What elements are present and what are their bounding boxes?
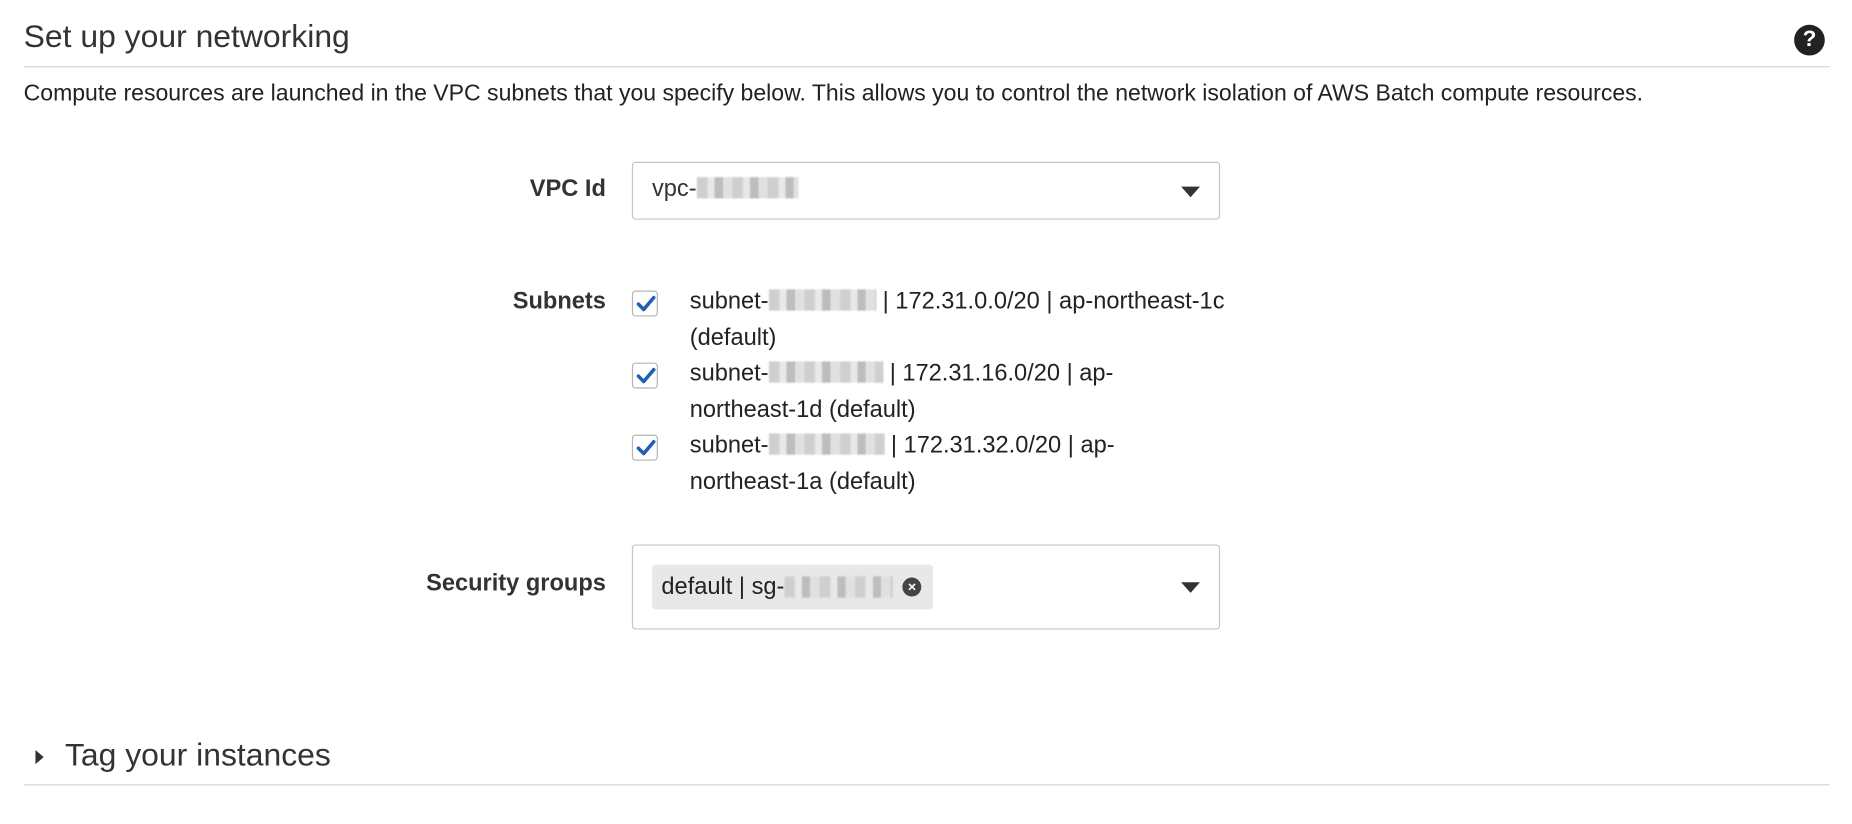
subnet-checkbox[interactable] [631,434,658,461]
security-group-token: default | sg- × [651,564,934,610]
redacted-security-group-id [784,576,894,598]
redacted-subnet-id [768,289,877,311]
chevron-down-icon [1181,582,1200,593]
caret-right-icon[interactable] [35,749,44,765]
subnet-label: subnet- | 172.31.16.0/20 | ap-northeast-… [690,356,1151,428]
subnet-prefix: subnet- [689,288,769,315]
security-groups-label: Security groups [426,570,606,597]
vpc-id-value: vpc- [651,175,799,203]
redacted-subnet-id [768,361,884,383]
subnet-prefix: subnet- [689,432,769,459]
subnet-option[interactable]: subnet- | 172.31.16.0/20 | ap-northeast-… [631,356,1246,428]
checkmark-icon [636,439,656,456]
subnet-prefix: subnet- [689,360,769,387]
checkmark-icon [636,367,656,384]
chevron-down-icon [1181,186,1200,198]
subnet-label: subnet- | 172.31.32.0/20 | ap-northeast-… [690,428,1151,500]
subnet-label: subnet- | 172.31.0.0/20 | ap-northeast-1… [690,283,1245,355]
redacted-vpc-id [696,177,799,199]
redacted-subnet-id [768,433,885,455]
security-group-token-label: default | sg- [661,573,785,600]
section-description: Compute resources are launched in the VP… [23,80,1644,107]
subnet-option[interactable]: subnet- | 172.31.0.0/20 | ap-northeast-1… [631,283,1246,355]
subnet-checkbox[interactable] [631,362,658,389]
vpc-id-prefix: vpc- [651,175,697,202]
security-groups-select[interactable]: default | sg- × [631,544,1221,630]
networking-panel: Set up your networking ? Compute resourc… [0,0,1852,824]
subnet-option[interactable]: subnet- | 172.31.32.0/20 | ap-northeast-… [631,428,1246,500]
subnet-checkbox[interactable] [631,290,658,317]
checkmark-icon [636,295,656,312]
section-header: Set up your networking ? [23,17,1830,68]
section-title: Set up your networking [23,18,350,55]
subnets-label: Subnets [512,288,606,315]
vpc-id-label: VPC Id [529,175,606,202]
vpc-id-select[interactable]: vpc- [631,161,1221,220]
close-circle-icon[interactable]: × [902,577,922,597]
tag-instances-title[interactable]: Tag your instances [65,737,331,774]
tag-instances-section[interactable]: Tag your instances [23,735,1830,786]
question-circle-icon[interactable]: ? [1794,24,1825,56]
